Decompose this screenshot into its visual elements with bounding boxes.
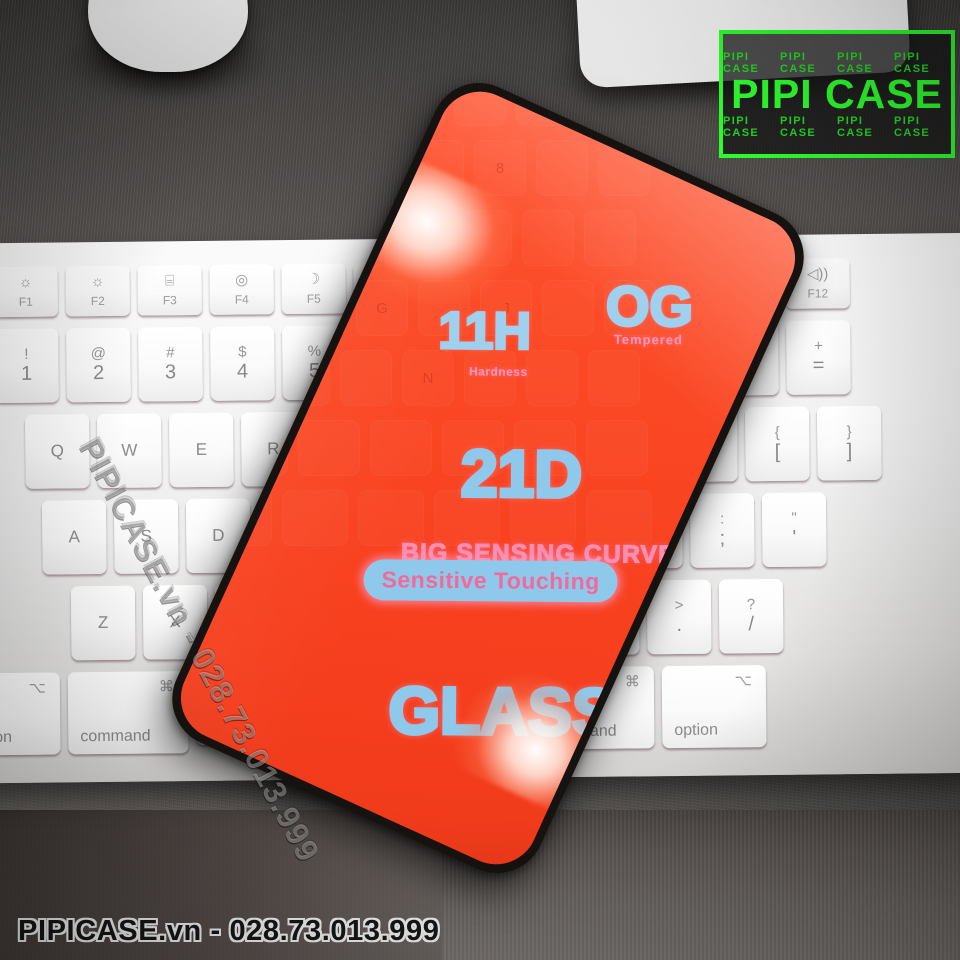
- key-upper-symbol: !: [24, 345, 29, 363]
- badge-tile: PIPI CASE: [780, 115, 817, 139]
- ghost-key: [232, 280, 284, 336]
- key-fn-label: F1: [18, 294, 33, 309]
- footer-watermark: PIPICASE.vn - 028.73.013.999: [18, 915, 440, 947]
- print-curve-code: 21D: [459, 434, 585, 513]
- print-sensitive-touching-banner: Sensitive Touching: [363, 559, 618, 603]
- key-upper-symbol: #: [166, 344, 175, 362]
- badge-tile: PIPI CASE: [894, 115, 931, 139]
- ghost-key: [586, 490, 652, 546]
- key-fn-label: F3: [162, 293, 177, 308]
- ghost-key: [330, 86, 382, 126]
- keyboard-key[interactable]: ! 1: [0, 328, 59, 404]
- ghost-key: [294, 280, 346, 336]
- ghost-key: [542, 280, 594, 336]
- key-letter: W: [121, 440, 138, 460]
- ghost-key: [392, 86, 444, 126]
- ghost-key: [584, 210, 636, 266]
- keyboard-key[interactable]: ☼ F2: [65, 265, 130, 317]
- keyboard-key[interactable]: ⌸ F3: [137, 264, 202, 316]
- key-upper-symbol: @: [90, 345, 107, 363]
- badge-tile: PIPI CASE: [837, 115, 874, 139]
- print-hardness-subtext: Hardness: [468, 364, 528, 379]
- badge-tile-row-bottom: PIPI CASE PIPI CASE PIPI CASE PIPI CASE: [723, 115, 951, 139]
- keyboard-key[interactable]: @2: [66, 327, 131, 403]
- ghost-key: T: [274, 210, 326, 266]
- key-glyph: ☼: [90, 273, 105, 291]
- print-og-subtext: Tempered: [613, 331, 684, 348]
- badge-tile: PIPI CASE: [723, 115, 760, 139]
- ghost-key: [526, 350, 578, 406]
- keyboard-key[interactable]: Q: [24, 414, 90, 489]
- key-lower-symbol: 1: [20, 362, 33, 385]
- key-lower-symbol: 2: [92, 361, 105, 384]
- ghost-key: [598, 140, 650, 196]
- ghost-key: 6: [350, 140, 402, 196]
- key-glyph: ⌸: [165, 272, 175, 290]
- keyboard-key[interactable]: ☼ F1: [0, 266, 58, 318]
- key-fn-label: F2: [90, 294, 105, 309]
- ghost-key: [588, 350, 640, 406]
- ghost-key: [226, 420, 288, 476]
- ghost-key: %: [288, 140, 340, 196]
- product-photo-canvas: ☼F1☼F2⌸F3◎F4☽F5☾F6◁◁F7▷IIF8▷▷F9◁F10◁)F11…: [0, 0, 960, 960]
- key-modifier-label: option: [0, 729, 13, 747]
- ghost-key: [586, 420, 648, 476]
- ghost-key: [216, 350, 268, 406]
- key-letter: A: [68, 527, 81, 547]
- pipi-case-logo-badge: PIPI CASE PIPI CASE PIPI CASE PIPI CASE PIP…: [719, 30, 955, 158]
- key-lower-symbol: 3: [164, 361, 177, 384]
- print-og: OG: [604, 273, 695, 340]
- key-letter: Q: [50, 441, 65, 461]
- key-glyph: ☼: [18, 274, 33, 292]
